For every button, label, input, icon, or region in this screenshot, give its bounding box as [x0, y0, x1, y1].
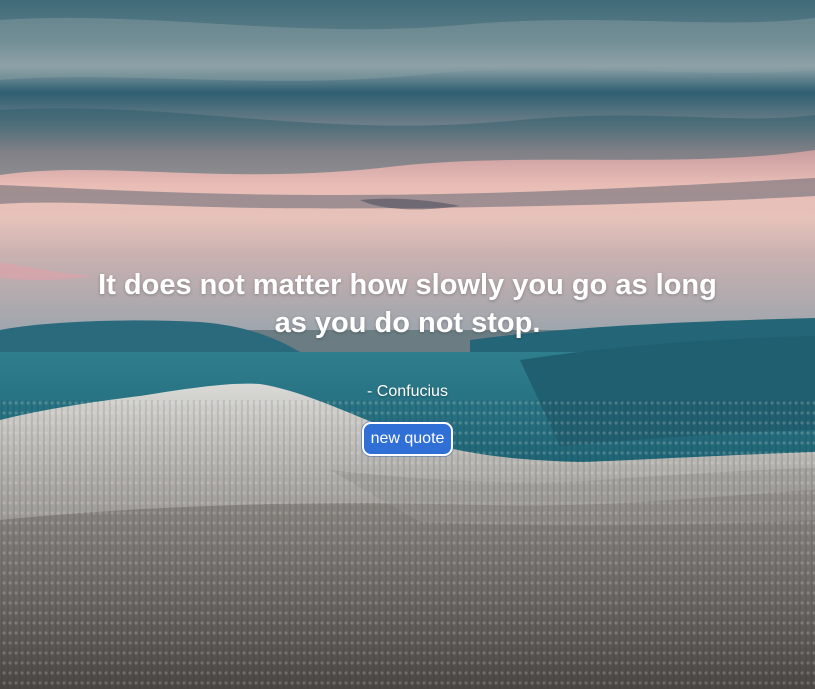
new-quote-button[interactable]: new quote: [361, 422, 454, 456]
quote-author: - Confucius: [367, 383, 448, 400]
quote-box: It does not matter how slowly you go as …: [0, 266, 815, 456]
quote-text: It does not matter how slowly you go as …: [98, 269, 717, 339]
